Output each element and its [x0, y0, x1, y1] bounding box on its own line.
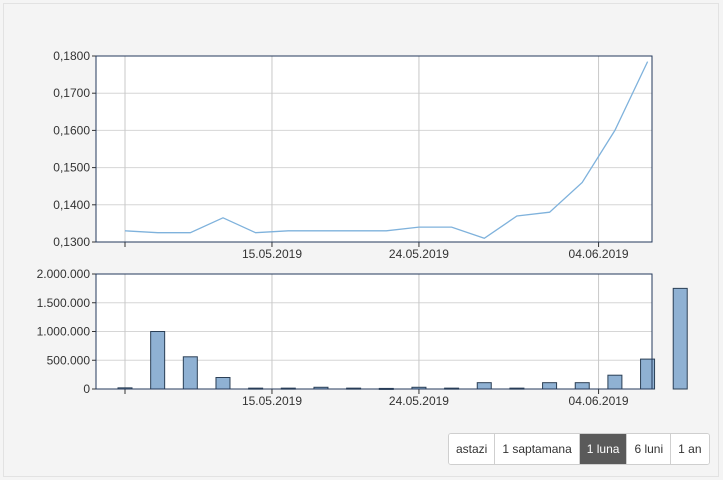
- volume-bar: [607, 374, 623, 390]
- range-button-today[interactable]: astazi: [449, 434, 496, 464]
- y-tick-label: 1.500.000: [37, 296, 91, 310]
- range-button-week[interactable]: 1 saptamana: [495, 434, 580, 464]
- range-button-6-months[interactable]: 6 luni: [627, 434, 672, 464]
- x-tick-label: 24.05.2019: [389, 247, 449, 261]
- y-tick-label: 1.000.000: [37, 325, 91, 339]
- x-tick-label: 24.05.2019: [389, 394, 449, 408]
- volume-bar: [215, 377, 231, 390]
- volume-plot: 0 500.000 1.000.000 1.500.000 2.000.000 15.05…: [37, 267, 688, 408]
- price-plot: 0,1300 0,1400 0,1500 0,1600 0,1700 0,1800 15.0…: [53, 49, 653, 261]
- x-tick-label: 04.06.2019: [569, 247, 629, 261]
- plot-area: [96, 56, 652, 242]
- y-tick-label: 0,1700: [53, 86, 90, 100]
- x-tick-label: 04.06.2019: [569, 394, 629, 408]
- range-selector: astazi 1 saptamana 1 luna 6 luni 1 an: [448, 433, 710, 465]
- volume-bar: [574, 382, 590, 390]
- y-tick-label: 0,1600: [53, 123, 90, 137]
- range-button-year[interactable]: 1 an: [671, 434, 709, 464]
- y-tick-label: 0,1800: [53, 49, 90, 63]
- x-tick-label: 15.05.2019: [242, 247, 302, 261]
- y-tick-label: 0,1400: [53, 198, 90, 212]
- volume-bar: [182, 356, 198, 390]
- volume-bar: [672, 287, 688, 390]
- volume-bar: [476, 382, 492, 390]
- y-tick-label: 0,1300: [53, 235, 90, 249]
- volume-bar: [150, 331, 166, 390]
- y-tick-label: 0,1500: [53, 161, 90, 175]
- x-tick-label: 15.05.2019: [242, 394, 302, 408]
- volume-bar: [542, 382, 558, 390]
- y-tick-label: 500.000: [47, 353, 91, 367]
- y-tick-label: 0: [83, 382, 90, 396]
- range-button-month[interactable]: 1 luna: [579, 434, 628, 464]
- y-tick-label: 2.000.000: [37, 267, 91, 281]
- price-volume-chart: 0,1300 0,1400 0,1500 0,1600 0,1700 0,1800 15.0…: [37, 49, 688, 408]
